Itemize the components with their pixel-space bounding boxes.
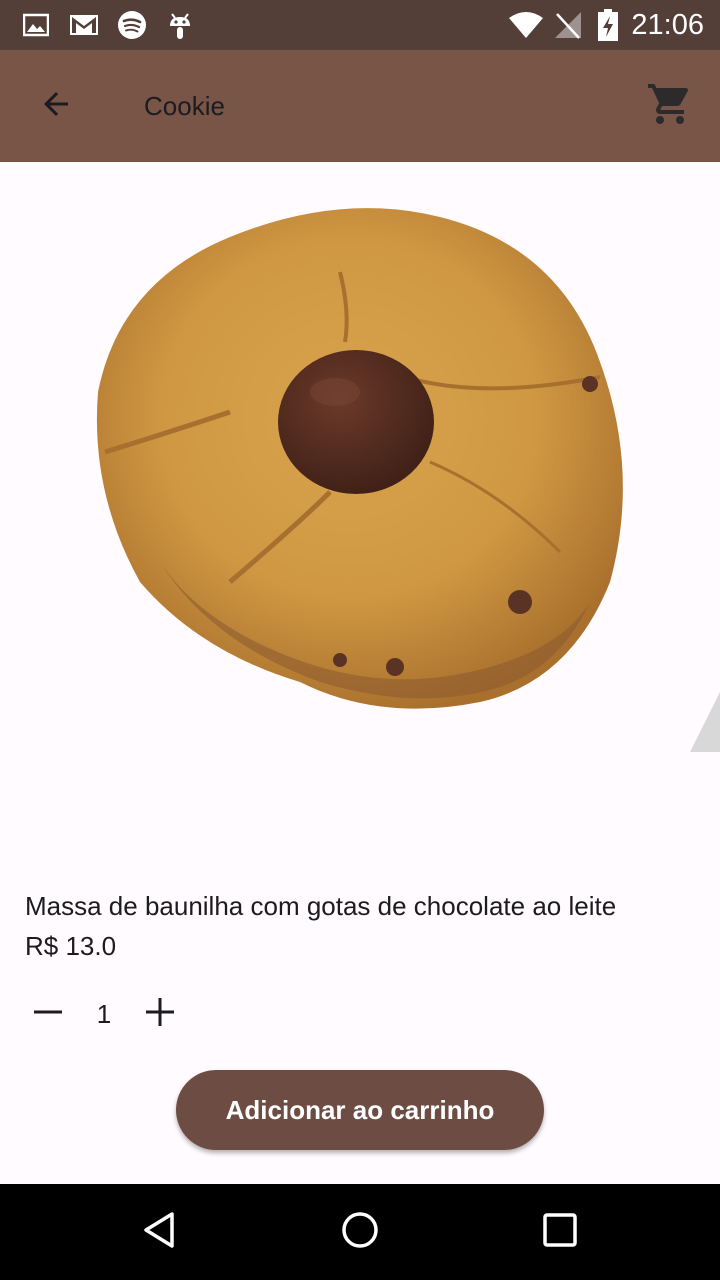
shopping-cart-icon bbox=[646, 80, 694, 133]
gmail-icon bbox=[68, 9, 100, 41]
increase-quantity-button[interactable] bbox=[136, 990, 184, 1038]
battery-charging-icon bbox=[594, 9, 622, 41]
wifi-icon bbox=[508, 9, 544, 41]
quantity-stepper: 1 bbox=[24, 990, 224, 1038]
cart-button[interactable] bbox=[640, 80, 700, 132]
recents-square-icon bbox=[540, 1210, 580, 1255]
quantity-value: 1 bbox=[96, 999, 112, 1029]
nav-home-button[interactable] bbox=[336, 1208, 384, 1256]
arrow-back-icon bbox=[38, 86, 74, 127]
minus-icon bbox=[32, 996, 64, 1033]
android-icon bbox=[164, 9, 196, 41]
page-title: Cookie bbox=[144, 91, 225, 121]
status-time: 21:06 bbox=[631, 9, 704, 41]
nav-back-button[interactable] bbox=[136, 1208, 184, 1256]
app-bar: Cookie bbox=[0, 50, 720, 162]
spotify-icon bbox=[116, 9, 148, 41]
product-price: R$ 13.0 bbox=[25, 931, 117, 961]
plus-icon bbox=[144, 996, 176, 1033]
nav-recents-button[interactable] bbox=[536, 1208, 584, 1256]
back-triangle-icon bbox=[140, 1210, 180, 1255]
no-signal-icon bbox=[552, 9, 584, 41]
product-description: Massa de baunilha com gotas de chocolate… bbox=[25, 891, 617, 921]
gallery-icon bbox=[20, 9, 52, 41]
cookie-image bbox=[0, 162, 720, 862]
product-detail: Massa de baunilha com gotas de chocolate… bbox=[0, 162, 720, 1184]
back-button[interactable] bbox=[24, 82, 88, 130]
home-circle-icon bbox=[340, 1210, 380, 1255]
system-nav-bar bbox=[0, 1184, 720, 1280]
add-to-cart-button[interactable]: Adicionar ao carrinho bbox=[176, 1070, 544, 1150]
status-bar: 21:06 bbox=[0, 0, 720, 50]
decrease-quantity-button[interactable] bbox=[24, 990, 72, 1038]
